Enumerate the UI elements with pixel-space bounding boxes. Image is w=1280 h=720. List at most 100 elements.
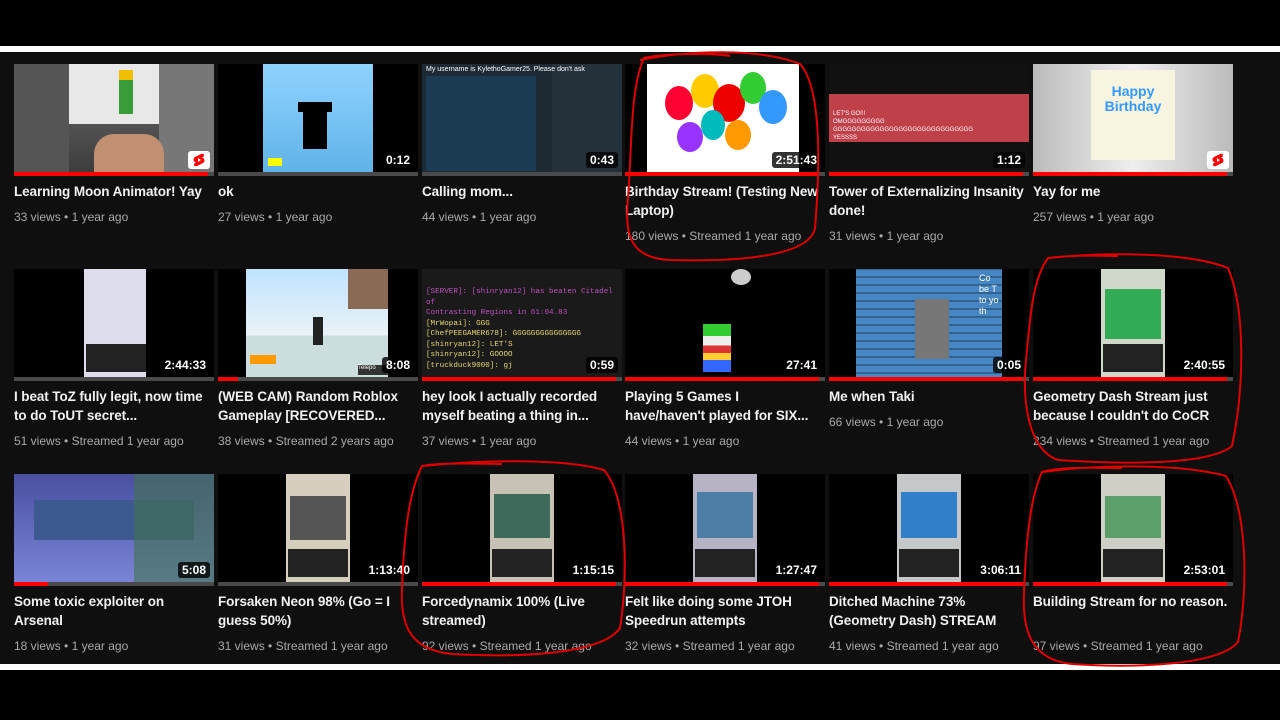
video-thumbnail[interactable]: 27:41 [625,269,825,380]
view-count: 257 views [1033,210,1087,224]
video-card[interactable]: LET'S GO!!! OMGGGGGGGGG GGGGGGGGGGGGGGGGGG… [829,64,1029,254]
metadata-separator: • [468,434,480,448]
video-thumbnail[interactable]: [SERVER]: [shinryan12] has beaten Citade… [422,269,622,380]
video-card[interactable]: 2:44:33 I beat ToZ fully legit, now time … [14,269,214,459]
video-thumbnail[interactable]: 1:15:15 [422,474,622,585]
video-title[interactable]: Yay for me [1033,182,1229,201]
video-metadata: 31 views • Streamed 1 year ago [218,639,388,653]
video-title[interactable]: Forsaken Neon 98% (Go = I guess 50%) [218,592,414,630]
watch-progress-fill [14,172,208,176]
video-thumbnail[interactable]: Happy Birthday [1033,64,1233,175]
video-title[interactable]: I beat ToZ fully legit, now time to do T… [14,387,210,425]
video-card[interactable]: Co be T to yo th 0:05 Me when Taki 66 view… [829,269,1029,459]
video-card[interactable]: Happy Birthday Yay for me 257 views • 1 y… [1033,64,1233,254]
metadata-separator: • [468,210,480,224]
upload-date: 1 year ago [71,210,129,224]
video-thumbnail[interactable]: 1:27:47 [625,474,825,585]
video-title[interactable]: Learning Moon Animator! Yay [14,182,210,201]
thumbnail-chat-line: LET'S GO!!! [833,111,866,117]
video-card[interactable]: 2:51:43 Birthday Stream! (Testing New Lap… [625,64,825,254]
metadata-separator: • [264,434,276,448]
video-metadata: 38 views • Streamed 2 years ago [218,434,394,448]
video-metadata: 33 views • 1 year ago [14,210,128,224]
watch-progress-fill [625,377,819,381]
video-thumbnail[interactable]: 1:13:40 [218,474,418,585]
video-thumbnail[interactable]: 2:44:33 [14,269,214,380]
video-metadata: 51 views • Streamed 1 year ago [14,434,184,448]
video-card[interactable]: 1:27:47 Felt like doing some JTOH Speedru… [625,474,825,664]
video-thumbnail[interactable]: 0:12 [218,64,418,175]
shorts-icon [1207,151,1229,169]
video-card[interactable]: 27:41 Playing 5 Games I have/haven't play… [625,269,825,459]
video-metadata: 37 views • 1 year ago [422,434,536,448]
video-duration: 0:12 [381,152,414,168]
video-metadata: 41 views • Streamed 1 year ago [829,639,999,653]
video-duration: 2:44:33 [160,357,210,373]
upload-date: 1 year ago [886,229,944,243]
upload-date: 1 year ago [275,210,333,224]
video-title[interactable]: Tower of Externalizing Insanity done! [829,182,1025,220]
video-thumbnail[interactable]: 2:53:01 [1033,474,1233,585]
video-card[interactable]: 2:40:55 Geometry Dash Stream just because… [1033,269,1233,459]
video-title[interactable]: hey look I actually recorded myself beat… [422,387,618,425]
upload-date: 1 year ago [886,415,944,429]
upload-date: Streamed 1 year ago [479,639,592,653]
video-duration: 1:13:40 [364,562,414,578]
video-card[interactable]: Learning Moon Animator! Yay 33 views • 1 … [14,64,214,254]
view-count: 31 views [829,229,876,243]
metadata-separator: • [671,434,683,448]
view-count: 33 views [14,210,61,224]
upload-date: 1 year ago [71,639,129,653]
watch-progress-bar [1033,377,1233,381]
video-card[interactable]: [SERVER]: [shinryan12] has beaten Citade… [422,269,622,459]
upload-date: Streamed 1 year ago [682,639,795,653]
shorts-icon [188,151,210,169]
video-card[interactable]: 1:15:15 Forcedynamix 100% (Live streamed)… [422,474,622,664]
video-thumbnail[interactable]: 2:51:43 [625,64,825,175]
video-title[interactable]: Birthday Stream! (Testing New Laptop) [625,182,821,220]
watch-progress-fill [422,582,616,586]
watch-progress-bar [625,377,825,381]
watch-progress-fill [1033,172,1227,176]
video-title[interactable]: (WEB CAM) Random Roblox Gameplay [RECOVE… [218,387,414,425]
video-title[interactable]: Felt like doing some JTOH Speedrun attem… [625,592,821,630]
view-count: 41 views [829,639,876,653]
video-card[interactable]: Telepo 8:08 (WEB CAM) Random Roblox Gamep… [218,269,418,459]
video-card[interactable]: 2:53:01 Building Stream for no reason. 97 … [1033,474,1233,664]
video-duration: 2:53:01 [1179,562,1229,578]
video-thumbnail[interactable]: 5:08 [14,474,214,585]
video-title[interactable]: Geometry Dash Stream just because I coul… [1033,387,1229,425]
watch-progress-bar [829,172,1029,176]
video-thumbnail[interactable]: Telepo 8:08 [218,269,418,380]
metadata-separator: • [60,639,72,653]
video-thumbnail[interactable]: 3:06:11 [829,474,1029,585]
video-title[interactable]: Playing 5 Games I have/haven't played fo… [625,387,821,425]
video-card[interactable]: 5:08 Some toxic exploiter on Arsenal 18 vi… [14,474,214,664]
video-title[interactable]: Me when Taki [829,387,1025,406]
video-card[interactable]: 3:06:11 Ditched Machine 73% (Geometry Das… [829,474,1029,664]
watch-progress-bar [625,172,825,176]
video-metadata: 44 views • 1 year ago [422,210,536,224]
video-title[interactable]: Calling mom... [422,182,618,201]
video-title[interactable]: Building Stream for no reason. [1033,592,1229,611]
video-title[interactable]: Ditched Machine 73% (Geometry Dash) STRE… [829,592,1025,630]
video-thumbnail[interactable]: My username is KylethoGamer25. Please do… [422,64,622,175]
video-duration: 0:59 [585,357,618,373]
watch-progress-bar [14,582,214,586]
video-card[interactable]: 1:13:40 Forsaken Neon 98% (Go = I guess 5… [218,474,418,664]
watch-progress-bar [829,582,1029,586]
video-title[interactable]: Some toxic exploiter on Arsenal [14,592,210,630]
view-count: 97 views [1033,639,1080,653]
video-title[interactable]: Forcedynamix 100% (Live streamed) [422,592,618,630]
watch-progress-bar [14,172,214,176]
video-metadata: 27 views • 1 year ago [218,210,332,224]
video-thumbnail[interactable] [14,64,214,175]
video-thumbnail[interactable]: 2:40:55 [1033,269,1233,380]
view-count: 37 views [422,434,469,448]
video-card[interactable]: My username is KylethoGamer25. Please do… [422,64,622,254]
video-thumbnail[interactable]: LET'S GO!!! OMGGGGGGGGG GGGGGGGGGGGGGGGGGG… [829,64,1029,175]
video-title[interactable]: ok [218,182,414,201]
video-card[interactable]: 0:12 ok 27 views • 1 year ago [218,64,418,254]
video-thumbnail[interactable]: Co be T to yo th 0:05 [829,269,1029,380]
bottom-letterbox-line [0,664,1280,670]
